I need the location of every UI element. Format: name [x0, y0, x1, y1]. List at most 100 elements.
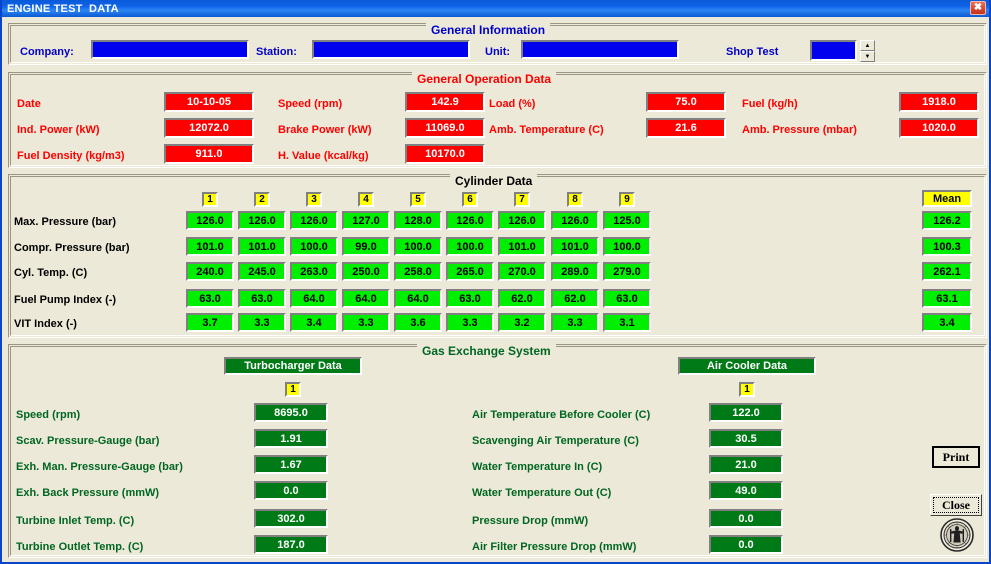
- compr-pressure-cyl-7: 101.0: [498, 237, 546, 256]
- cyl-temp-cyl-3: 263.0: [290, 262, 338, 281]
- tc-turbine-outlet-temp-value: 187.0: [254, 535, 328, 554]
- seal-icon: [940, 518, 974, 552]
- ac-air-filter-pressure-drop-label: Air Filter Pressure Drop (mmW): [472, 541, 637, 553]
- company-input[interactable]: [91, 40, 249, 59]
- ac-water-temp-out-label: Water Temperature Out (C): [472, 487, 612, 499]
- max-pressure-cyl-3: 126.0: [290, 211, 338, 230]
- vit-index-cyl-5: 3.6: [394, 313, 442, 332]
- vit-index-cyl-6: 3.3: [446, 313, 494, 332]
- cyl-temp-cyl-5: 258.0: [394, 262, 442, 281]
- max-pressure-cyl-6: 126.0: [446, 211, 494, 230]
- load-pct-label: Load (%): [489, 98, 536, 110]
- fuel-pump-index-label: Fuel Pump Index (-): [14, 294, 117, 306]
- cylinder-col-header-9: 9: [619, 192, 635, 207]
- date-label: Date: [17, 98, 41, 110]
- fuel-pump-index-cyl-7: 62.0: [498, 289, 546, 308]
- ac-air-temp-before-cooler-label: Air Temperature Before Cooler (C): [472, 409, 651, 421]
- vit-index-label: VIT Index (-): [14, 318, 77, 330]
- turbocharger-index: 1: [285, 382, 301, 397]
- vit-index-cyl-2: 3.3: [238, 313, 286, 332]
- general-operation-data-group: [8, 72, 987, 168]
- air-cooler-data-header: Air Cooler Data: [678, 357, 816, 375]
- tc-exh-back-pressure-label: Exh. Back Pressure (mmW): [16, 487, 160, 499]
- tc-turbine-inlet-temp-label: Turbine Inlet Temp. (C): [16, 515, 135, 527]
- cylinder-col-header-1: 1: [202, 192, 218, 207]
- amb-pressure-label: Amb. Pressure (mbar): [742, 124, 857, 136]
- brake-power-label: Brake Power (kW): [278, 124, 372, 136]
- compr-pressure-cyl-1: 101.0: [186, 237, 234, 256]
- turbocharger-data-header: Turbocharger Data: [224, 357, 362, 375]
- compr-pressure-cyl-8: 101.0: [551, 237, 599, 256]
- tc-scav-pressure-value: 1.91: [254, 429, 328, 448]
- ind-power-label: Ind. Power (kW): [17, 124, 100, 136]
- vit-index-cyl-3: 3.4: [290, 313, 338, 332]
- gas-exchange-system-legend: Gas Exchange System: [417, 344, 556, 358]
- cylinder-col-header-3: 3: [306, 192, 322, 207]
- close-button[interactable]: Close: [930, 494, 982, 516]
- vit-index-cyl-8: 3.3: [551, 313, 599, 332]
- date-value: 10-10-05: [164, 92, 254, 112]
- fuel-pump-index-cyl-1: 63.0: [186, 289, 234, 308]
- group-border-inner: [10, 74, 985, 166]
- ac-pressure-drop-label: Pressure Drop (mmW): [472, 515, 589, 527]
- compr-pressure-cyl-3: 100.0: [290, 237, 338, 256]
- cylinder-col-header-8: 8: [567, 192, 583, 207]
- fuel-pump-index-cyl-8: 62.0: [551, 289, 599, 308]
- vit-index-cyl-4: 3.3: [342, 313, 390, 332]
- group-border-inner: [10, 176, 985, 336]
- shop-test-input[interactable]: [810, 40, 857, 61]
- max-pressure-cyl-5: 128.0: [394, 211, 442, 230]
- cylinder-col-header-6: 6: [462, 192, 478, 207]
- compr-pressure-mean: 100.3: [922, 237, 972, 256]
- spinner-up-icon[interactable]: ▲: [860, 40, 875, 51]
- h-value-label: H. Value (kcal/kg): [278, 150, 369, 162]
- max-pressure-cyl-2: 126.0: [238, 211, 286, 230]
- close-button-label: Close: [933, 497, 979, 513]
- cyl-temp-label: Cyl. Temp. (C): [14, 267, 88, 279]
- tc-exh-man-pressure-value: 1.67: [254, 455, 328, 474]
- compr-pressure-cyl-5: 100.0: [394, 237, 442, 256]
- max-pressure-cyl-4: 127.0: [342, 211, 390, 230]
- tc-scav-pressure-label: Scav. Pressure-Gauge (bar): [16, 435, 160, 447]
- vit-index-mean: 3.4: [922, 313, 972, 332]
- fuel-pump-index-cyl-5: 64.0: [394, 289, 442, 308]
- air-cooler-index: 1: [739, 382, 755, 397]
- ac-scavenging-air-temp-label: Scavenging Air Temperature (C): [472, 435, 639, 447]
- compr-pressure-cyl-4: 99.0: [342, 237, 390, 256]
- tc-speed-label: Speed (rpm): [16, 409, 81, 421]
- company-label: Company:: [20, 46, 74, 58]
- amb-temperature-value: 21.6: [646, 118, 726, 138]
- general-information-legend: General Information: [426, 23, 551, 37]
- amb-temperature-label: Amb. Temperature (C): [489, 124, 604, 136]
- compr-pressure-cyl-9: 100.0: [603, 237, 651, 256]
- max-pressure-cyl-7: 126.0: [498, 211, 546, 230]
- fuel-density-label: Fuel Density (kg/m3): [17, 150, 125, 162]
- fuel-density-value: 911.0: [164, 144, 254, 164]
- fuel-pump-index-cyl-2: 63.0: [238, 289, 286, 308]
- max-pressure-cyl-8: 126.0: [551, 211, 599, 230]
- close-icon[interactable]: ✖: [970, 1, 986, 15]
- general-operation-data-legend: General Operation Data: [412, 72, 557, 86]
- tc-exh-back-pressure-value: 0.0: [254, 481, 328, 500]
- cyl-temp-cyl-7: 270.0: [498, 262, 546, 281]
- engine-test-data-window: ENGINE TEST DATA ✖ General Information C…: [0, 0, 991, 564]
- cyl-temp-cyl-4: 250.0: [342, 262, 390, 281]
- ac-air-filter-pressure-drop-value: 0.0: [709, 535, 783, 554]
- window-title: ENGINE TEST DATA: [7, 2, 119, 15]
- h-value-value: 10170.0: [405, 144, 485, 164]
- spinner-down-icon[interactable]: ▼: [860, 51, 875, 62]
- max-pressure-cyl-9: 125.0: [603, 211, 651, 230]
- fuel-pump-index-mean: 63.1: [922, 289, 972, 308]
- cylinder-data-legend: Cylinder Data: [450, 174, 538, 188]
- shop-test-label: Shop Test: [726, 46, 779, 58]
- max-pressure-label: Max. Pressure (bar): [14, 216, 117, 228]
- shop-test-spinner[interactable]: ▲ ▼: [860, 40, 875, 62]
- fuel-kgh-value: 1918.0: [899, 92, 979, 112]
- cyl-temp-cyl-2: 245.0: [238, 262, 286, 281]
- fuel-kgh-label: Fuel (kg/h): [742, 98, 798, 110]
- unit-input[interactable]: [521, 40, 679, 59]
- print-button[interactable]: Print: [932, 446, 980, 468]
- cyl-temp-cyl-1: 240.0: [186, 262, 234, 281]
- station-input[interactable]: [312, 40, 470, 59]
- compr-pressure-cyl-2: 101.0: [238, 237, 286, 256]
